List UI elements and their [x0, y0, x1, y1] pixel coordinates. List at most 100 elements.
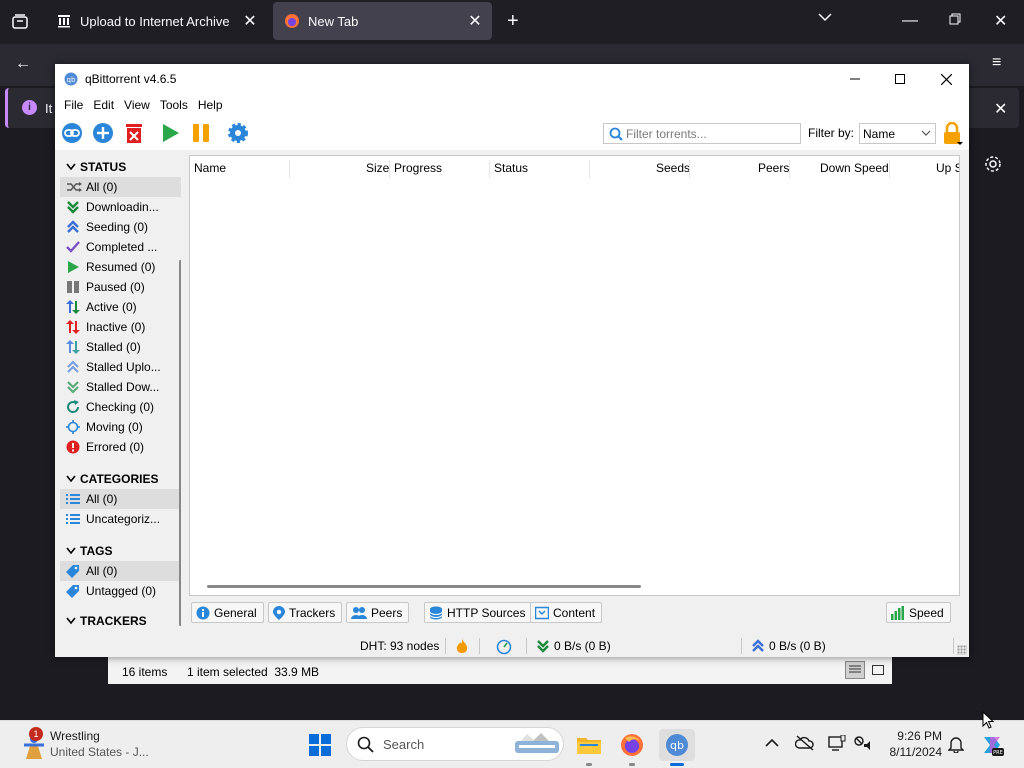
- download-rate[interactable]: 0 B/s (0 B): [536, 639, 611, 653]
- menu-file[interactable]: File: [59, 98, 88, 112]
- filter-input[interactable]: [626, 126, 800, 141]
- notification-bell-icon[interactable]: [948, 735, 964, 753]
- status-completed[interactable]: Completed ...: [60, 237, 181, 257]
- status-stalled-downloading[interactable]: Stalled Dow...: [60, 377, 181, 397]
- collapse-chevron-icon: [66, 475, 80, 483]
- minimize-icon[interactable]: —: [902, 12, 918, 30]
- menu-tools[interactable]: Tools: [155, 98, 193, 112]
- pause-button[interactable]: [189, 121, 213, 145]
- copilot-preview-icon[interactable]: PRE: [980, 733, 1004, 757]
- status-inactive[interactable]: Inactive (0): [60, 317, 181, 337]
- column-divider[interactable]: [689, 160, 690, 178]
- browser-tab-upload[interactable]: Upload to Internet Archive ✕: [45, 2, 267, 40]
- collapse-chevron-icon: [66, 163, 80, 171]
- filter-by-select[interactable]: Name: [859, 123, 936, 144]
- tiles-view-icon[interactable]: [868, 661, 888, 679]
- status-seeding[interactable]: Seeding (0): [60, 217, 181, 237]
- column-size[interactable]: Size: [366, 161, 389, 175]
- tab-content[interactable]: Content: [530, 602, 603, 623]
- column-divider[interactable]: [589, 160, 590, 178]
- upload-rate[interactable]: 0 B/s (0 B): [751, 639, 826, 653]
- status-stalled[interactable]: Stalled (0): [60, 337, 181, 357]
- column-seeds[interactable]: Seeds: [656, 161, 690, 175]
- add-torrent-button[interactable]: [91, 121, 115, 145]
- tab-overview-icon[interactable]: [11, 13, 29, 31]
- weather-widget[interactable]: 1 Wrestling United States - J...: [18, 727, 168, 762]
- close-tab-icon[interactable]: ✕: [464, 11, 486, 31]
- column-peers[interactable]: Peers: [758, 161, 789, 175]
- display-icon[interactable]: [828, 735, 846, 751]
- column-name[interactable]: Name: [194, 161, 226, 175]
- close-button[interactable]: [923, 64, 969, 94]
- tab-general[interactable]: General: [191, 602, 264, 623]
- file-explorer-taskbar-button[interactable]: [571, 729, 607, 761]
- new-tab-icon[interactable]: +: [507, 10, 519, 33]
- status-downloading[interactable]: Downloadin...: [60, 197, 181, 217]
- maximize-button[interactable]: [877, 64, 923, 94]
- options-button[interactable]: [226, 121, 250, 145]
- menu-view[interactable]: View: [119, 98, 155, 112]
- tab-peers[interactable]: Peers: [346, 602, 410, 623]
- start-button[interactable]: [302, 729, 338, 761]
- tab-trackers[interactable]: Trackers: [268, 602, 343, 623]
- minimize-button[interactable]: [832, 64, 878, 94]
- sidebar-scrollbar[interactable]: [179, 260, 181, 626]
- show-hidden-icons-chevron-icon[interactable]: [765, 738, 779, 748]
- details-view-icon[interactable]: [845, 661, 865, 679]
- close-notification-icon[interactable]: ✕: [994, 99, 1007, 119]
- column-divider[interactable]: [889, 160, 890, 178]
- taskbar-search-box[interactable]: Search: [346, 727, 564, 761]
- speed-limit-gauge-icon[interactable]: [496, 639, 512, 655]
- column-divider[interactable]: [789, 160, 790, 178]
- back-arrow-icon[interactable]: ←: [15, 55, 31, 73]
- firefox-taskbar-button[interactable]: [614, 729, 650, 761]
- column-divider[interactable]: [389, 160, 390, 178]
- clock[interactable]: 9:26 PM 8/11/2024: [880, 729, 943, 763]
- column-up-speed[interactable]: Up S: [936, 161, 959, 175]
- resize-grip-icon[interactable]: [957, 645, 967, 655]
- category-uncategorized[interactable]: Uncategoriz...: [60, 509, 181, 529]
- torrent-table[interactable]: Name Size Progress Status Seeds Peers Do…: [189, 155, 960, 596]
- browser-tab-new[interactable]: New Tab ✕: [273, 2, 492, 40]
- status-paused[interactable]: Paused (0): [60, 277, 181, 297]
- menu-icon[interactable]: ≡: [992, 54, 1001, 72]
- delete-button[interactable]: [122, 121, 146, 145]
- settings-gear-icon[interactable]: [984, 155, 1002, 173]
- menu-edit[interactable]: Edit: [88, 98, 119, 112]
- column-down-speed[interactable]: Down Speed: [820, 161, 889, 175]
- tags-section-header[interactable]: TAGS: [60, 541, 181, 561]
- connection-status-flame-icon[interactable]: [456, 639, 468, 653]
- tab-speed[interactable]: Speed: [886, 602, 951, 623]
- qbittorrent-taskbar-button[interactable]: qb: [659, 729, 695, 761]
- onedrive-off-icon[interactable]: [795, 735, 815, 751]
- categories-section-header[interactable]: CATEGORIES: [60, 469, 181, 489]
- status-section-header[interactable]: STATUS: [60, 157, 181, 177]
- category-all[interactable]: All (0): [60, 489, 181, 509]
- column-divider[interactable]: [489, 160, 490, 178]
- close-tab-icon[interactable]: ✕: [239, 11, 261, 31]
- tag-untagged[interactable]: Untagged (0): [60, 581, 181, 601]
- status-resumed[interactable]: Resumed (0): [60, 257, 181, 277]
- close-window-icon[interactable]: ✕: [994, 11, 1007, 31]
- alt-speed-lock-icon[interactable]: [941, 122, 963, 146]
- network-volume-icon[interactable]: [853, 735, 871, 751]
- column-status[interactable]: Status: [494, 161, 528, 175]
- status-active[interactable]: Active (0): [60, 297, 181, 317]
- status-stalled-uploading[interactable]: Stalled Uplo...: [60, 357, 181, 377]
- column-divider[interactable]: [289, 160, 290, 178]
- add-link-button[interactable]: [60, 121, 84, 145]
- trackers-section-header[interactable]: TRACKERS: [60, 611, 181, 631]
- restore-icon[interactable]: [949, 13, 961, 25]
- status-moving[interactable]: Moving (0): [60, 417, 181, 437]
- tab-list-chevron-icon[interactable]: [818, 12, 832, 22]
- filter-torrents-field[interactable]: [603, 123, 801, 144]
- column-progress[interactable]: Progress: [394, 161, 442, 175]
- status-all[interactable]: All (0): [60, 177, 181, 197]
- resume-button[interactable]: [158, 121, 182, 145]
- tag-all[interactable]: All (0): [60, 561, 181, 581]
- menu-help[interactable]: Help: [193, 98, 228, 112]
- status-errored[interactable]: Errored (0): [60, 437, 181, 457]
- horizontal-scrollbar[interactable]: [207, 585, 641, 588]
- tab-http-sources[interactable]: HTTP Sources: [424, 602, 533, 623]
- status-checking[interactable]: Checking (0): [60, 397, 181, 417]
